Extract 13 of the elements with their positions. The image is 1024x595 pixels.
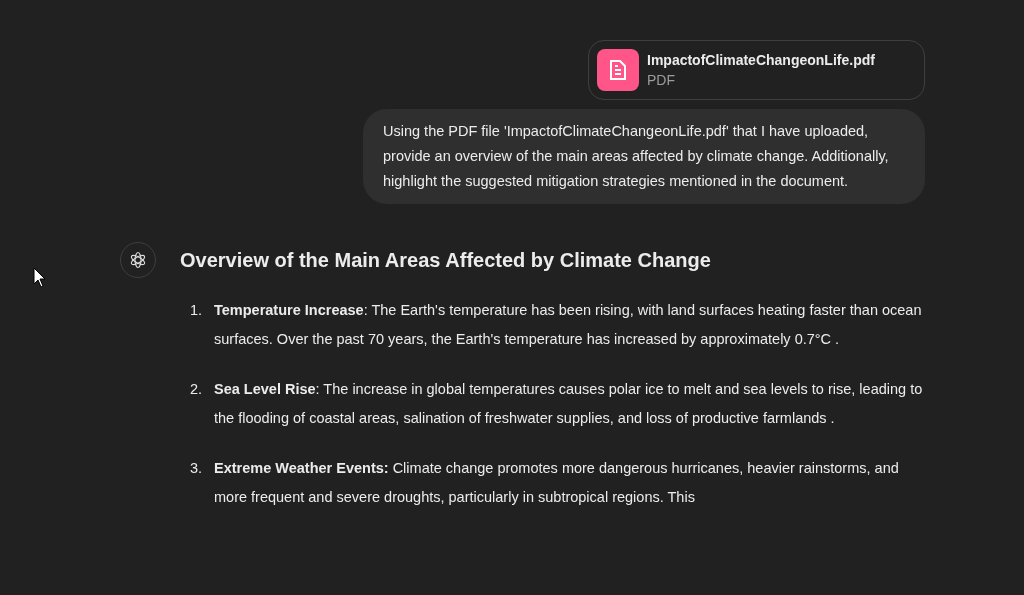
- list-item-text: Sea Level Rise: The increase in global temperatures causes polar ice to melt and sea levels to rise, leading to the flooding of coastal areas, salination of freshwater supplies, and loss of productive farmlands .: [214, 380, 924, 428]
- list-item-text: Extreme Weather Events: Climate change promotes more dangerous hurricanes, heavier rainstorms, and more frequent and severe droughts, particularly in subtropical regions. This: [214, 459, 900, 507]
- file-type: PDF: [647, 71, 676, 90]
- list-item-text: Temperature Increase: The Earth's temperature has been rising, with land surfaces heating faster than ocean surfaces. Over the past 70 years, the Earth's temperature has increased by approximately 0.7°C .: [214, 301, 923, 349]
- file-name: ImpactofClimateChangeonLife.pdf: [647, 51, 875, 70]
- user-message-bubble: Using the PDF file 'ImpactofClimateChangeonLife.pdf' that I have uploaded, provide an overview of the main areas affected by climate change. Additionally, highlight the suggested mitigation strategies mentioned in the document.: [363, 109, 925, 204]
- list-number: 1.: [190, 301, 204, 320]
- file-attachment-card[interactable]: ImpactofClimateChangeonLife.pdf PDF: [588, 40, 925, 100]
- response-heading: Overview of the Main Areas Affected by Climate Change: [180, 248, 712, 273]
- document-icon: [597, 49, 639, 91]
- mouse-cursor-icon: [33, 267, 47, 288]
- list-number: 3.: [190, 459, 204, 478]
- list-number: 2.: [190, 380, 204, 399]
